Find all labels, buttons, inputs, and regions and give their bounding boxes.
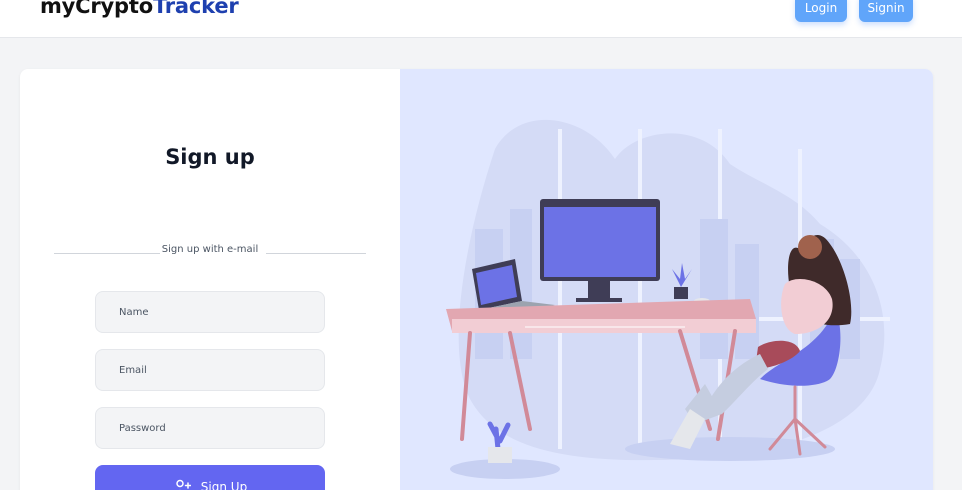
name-input[interactable] xyxy=(95,291,325,333)
brand-logo[interactable]: myCryptoTracker xyxy=(40,0,239,18)
signup-button[interactable]: Sign Up xyxy=(95,465,325,490)
signup-card: Sign up Sign up with e-mail Sign Up xyxy=(20,69,933,490)
brand-name-part1: myCrypto xyxy=(40,0,153,18)
page-title: Sign up xyxy=(165,145,255,169)
signup-button-label: Sign Up xyxy=(200,480,248,490)
signup-form-panel: Sign up Sign up with e-mail Sign Up xyxy=(20,69,400,490)
password-input[interactable] xyxy=(95,407,325,449)
illustration-panel xyxy=(400,69,933,490)
divider-line-right xyxy=(266,253,366,254)
signin-button[interactable]: Signin xyxy=(859,0,913,22)
brand-name-part2: Tracker xyxy=(152,0,239,18)
divider-text: Sign up with e-mail xyxy=(160,244,260,255)
top-navbar: myCryptoTracker Login Signin xyxy=(0,0,962,38)
login-button[interactable]: Login xyxy=(795,0,847,22)
workspace-illustration xyxy=(446,119,890,479)
user-plus-icon xyxy=(176,479,191,490)
divider-line-left xyxy=(54,253,174,254)
email-input[interactable] xyxy=(95,349,325,391)
